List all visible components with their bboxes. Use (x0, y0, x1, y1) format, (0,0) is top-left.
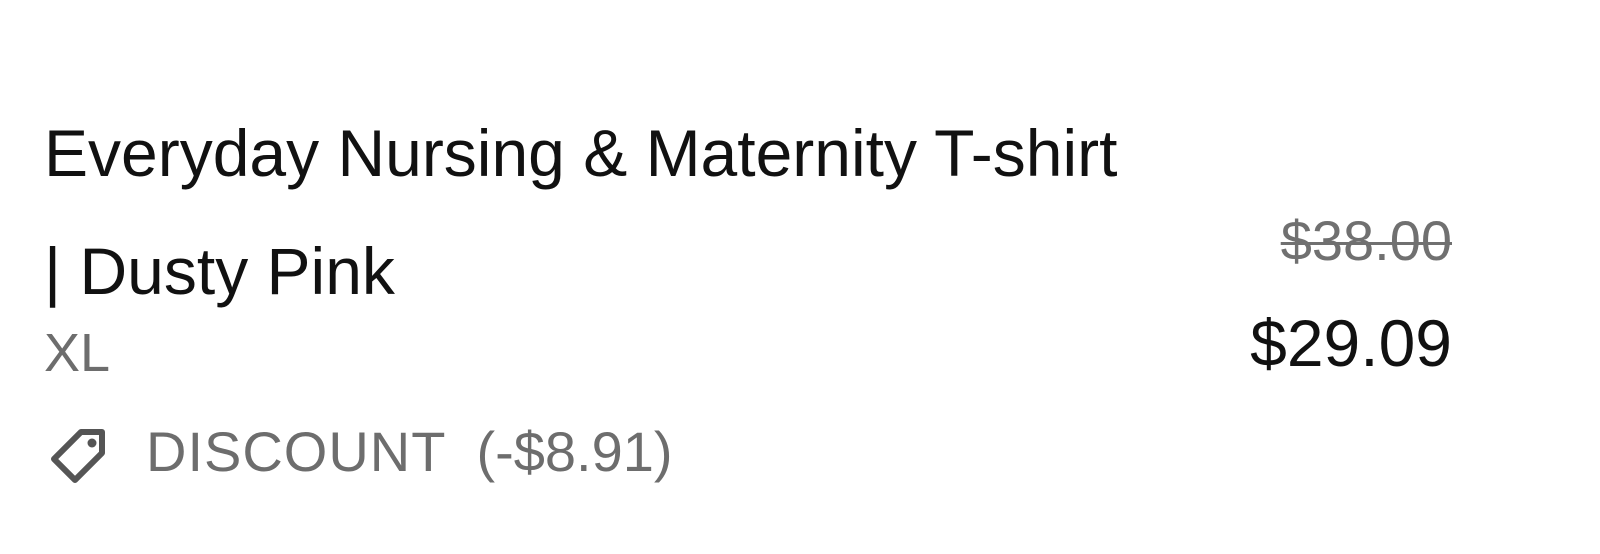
discount-amount: (-$8.91) (476, 420, 673, 483)
cart-line-item: Everyday Nursing & Maternity T-shirt | D… (0, 0, 1600, 554)
price-block: $38.00 $29.09 (1250, 206, 1452, 380)
original-price: $38.00 (1280, 209, 1452, 272)
product-title[interactable]: Everyday Nursing & Maternity T-shirt | D… (44, 94, 1124, 330)
sale-price: $29.09 (1250, 306, 1452, 380)
tag-icon (42, 416, 114, 488)
discount-label: DISCOUNT (146, 420, 447, 483)
discount-row: DISCOUNT (-$8.91) (42, 412, 673, 492)
variant-size: XL (44, 323, 111, 383)
